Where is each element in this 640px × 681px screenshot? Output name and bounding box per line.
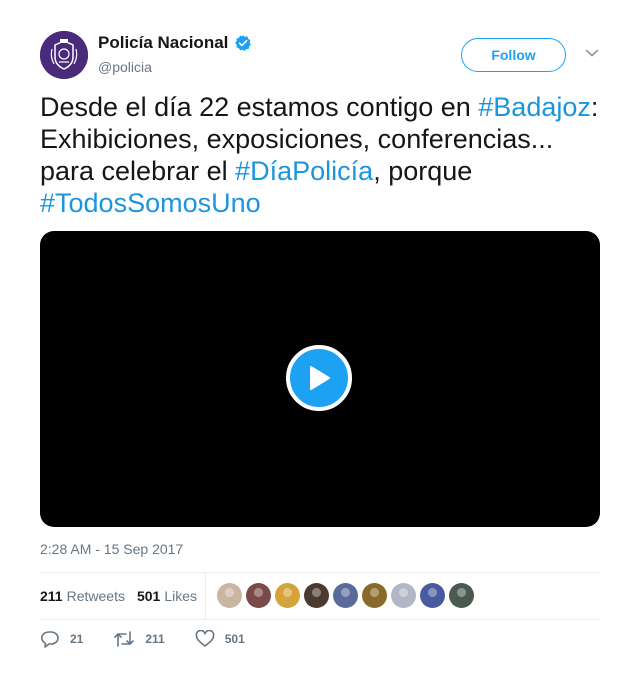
liker-avatar[interactable] [333,583,358,608]
follow-button[interactable]: Follow [461,38,566,72]
author-name-row[interactable]: Policía Nacional [98,33,252,53]
tweet-actions: 21 211 501 [40,630,275,648]
retweets-stat[interactable]: 211 Retweets [40,588,125,604]
liker-avatar[interactable] [246,583,271,608]
tweet-text-segment: , porque [373,156,473,186]
verified-badge-icon [235,35,252,51]
retweet-action[interactable]: 211 [113,630,165,648]
likes-count: 501 [136,588,161,604]
liker-avatar[interactable] [217,583,242,608]
play-button[interactable] [286,345,352,411]
liker-avatar[interactable] [391,583,416,608]
tweet-stats: 211 Retweets 501 Likes [40,573,600,619]
liker-avatar[interactable] [275,583,300,608]
liker-avatars [217,583,478,608]
hashtag-link[interactable]: #TodosSomosUno [40,188,261,218]
video-player[interactable] [40,231,600,527]
retweets-count: 211 [40,588,63,604]
stats-separator [205,573,206,619]
chevron-down-icon[interactable] [585,48,599,58]
liker-avatar[interactable] [304,583,329,608]
tweet-text: Desde el día 22 estamos contigo en #Bada… [40,91,600,219]
reply-action[interactable]: 21 [40,630,83,648]
author-avatar[interactable] [40,31,88,79]
heart-icon [195,630,215,647]
stats-bottom-divider [40,619,600,620]
reply-icon [41,631,59,648]
retweet-icon [114,631,135,647]
retweets-label: Retweets [66,588,125,604]
liker-avatar[interactable] [449,583,474,608]
hashtag-link[interactable]: #DíaPolicía [235,156,373,186]
tweet-text-segment: Desde el día 22 estamos contigo en [40,92,479,122]
author-handle[interactable]: @policia [98,59,152,75]
author-display-name[interactable]: Policía Nacional [98,33,228,53]
liker-avatar[interactable] [362,583,387,608]
tweet-timestamp[interactable]: 2:28 AM - 15 Sep 2017 [40,541,183,557]
play-icon [310,366,330,390]
likes-stat[interactable]: 501 Likes [137,588,197,604]
likes-label: Likes [164,588,197,604]
like-action[interactable]: 501 [195,630,245,648]
liker-avatar[interactable] [420,583,445,608]
like-count: 501 [224,632,245,646]
police-crest-icon [40,31,88,79]
hashtag-link[interactable]: #Badajoz [478,92,591,122]
retweet-count: 211 [145,632,165,646]
reply-count: 21 [70,632,84,646]
